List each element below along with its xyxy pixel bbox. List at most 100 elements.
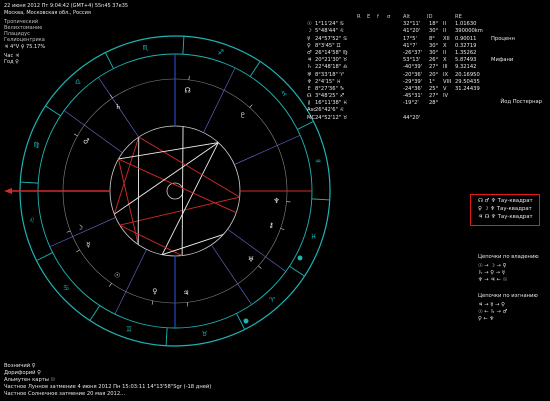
planet-house: IV — [443, 93, 449, 100]
sign-divider — [104, 52, 114, 69]
sign-divider — [236, 313, 246, 330]
table-row: ☊ 3°48'25" ♐ -45°31' 27° IV — [307, 93, 477, 100]
planet-altitude: 53°13' — [403, 57, 421, 64]
planet-altitude: -24°36' — [403, 85, 423, 92]
house-cusp — [211, 244, 252, 305]
aspect-line — [117, 158, 139, 245]
sign-divider — [165, 327, 168, 346]
planet-id: 28° — [429, 100, 439, 107]
house-cusp — [114, 249, 147, 315]
tau-label: Тау-квадрат — [496, 206, 532, 212]
planet-note: Проценн — [491, 35, 515, 42]
planet-longitude: 22°48'18" ♎ — [315, 64, 348, 71]
planet-symbol: ♅ — [307, 71, 312, 78]
aspect-line — [181, 126, 184, 256]
zodiac-sign-glyph: ♓ — [310, 233, 316, 241]
planet-symbol: ♇ — [307, 85, 312, 92]
exaltation-chain-2: ☉ ← ♄ → ♂ — [478, 309, 508, 315]
aspect-line — [118, 158, 237, 214]
planet-table: R E f σ Alt ID RE ☉ 1°11'24" ♋ 32°11' 18° II… — [307, 14, 515, 122]
planet-house: II — [443, 21, 447, 28]
sign-divider — [311, 198, 330, 201]
planet-symbol: ☽ — [307, 28, 312, 35]
planet-glyph: ♂ — [83, 137, 89, 145]
table-row: MC 24°52'12" ♉ 44°20' — [307, 115, 477, 122]
planet-re: 9.32142 — [455, 64, 477, 71]
planet-altitude: -19°2' — [403, 100, 419, 107]
planet-longitude: 16°11'38" ♓ — [315, 100, 348, 107]
planet-altitude: -20°36' — [403, 71, 423, 78]
planet-symbol: MC — [307, 114, 316, 121]
table-row: ♅ 8°33'18" ♈ -20°36' 20° IX 20.16950 — [307, 71, 480, 79]
exaltation-chain-1: ♃ → ☿ → ♀ — [478, 302, 505, 308]
planet-symbol: ♂ — [307, 49, 312, 56]
planet-altitude: 32°11' — [403, 21, 421, 28]
sign-divider — [89, 305, 101, 321]
planet-house: II — [443, 49, 447, 56]
col-re: RE — [455, 14, 462, 20]
planet-tick — [249, 104, 253, 108]
planet-tick — [109, 283, 112, 287]
col-f: f — [377, 14, 379, 20]
zodiac-sign-glyph: ♐ — [218, 48, 224, 56]
planet-id: 30° — [429, 49, 439, 56]
planet-altitude: -26°37' — [403, 49, 423, 56]
col-sigma: σ — [387, 14, 391, 20]
planet-longitude: 3°48'25" ♐ — [315, 93, 345, 100]
col-alt: Alt — [403, 14, 411, 20]
col-id: ID — [427, 14, 433, 20]
house-cusp — [49, 217, 116, 247]
planet-glyph: ♃ — [183, 289, 189, 297]
table-row: ♀ 8°3'45" ♊ 41°7' 30° X 0.32719 — [307, 43, 477, 50]
rulership-chain-2: ♄ → ♀ → ☿ — [478, 270, 505, 276]
zodiac-sign-glyph: ♍ — [33, 141, 40, 149]
footer-info: Возничий ♀ Дорифорий ♀ Альмутен карты ☉ … — [4, 363, 211, 398]
planet-altitude: 41°7' — [403, 42, 417, 49]
planet-glyph: ☊ — [184, 86, 190, 94]
planet-id: 26° — [429, 57, 439, 64]
planet-longitude: 5°48'44" ♌ — [315, 28, 345, 35]
fixed-star-marker — [297, 255, 303, 261]
table-row: ☉ 1°11'24" ♋ 32°11' 18° II 1.01630 — [307, 21, 477, 28]
planet-house: XII — [443, 35, 450, 42]
table-row: ☽ 5°48'44" ♌ 41°20' 30° II 390000km — [307, 28, 483, 35]
zodiac-sign-glyph: ♈ — [269, 296, 276, 304]
tau-row-2: ♀ ☽ ♆ Тау-квадрат — [478, 206, 532, 212]
table-row: ♆ 2°4'15" ♓ -29°39' 1° VIII 29.50435 — [307, 78, 480, 86]
yod-note: Йод Постернар — [500, 99, 542, 105]
planet-glyph: ♅ — [248, 256, 254, 264]
planet-re: 20.16950 — [455, 71, 480, 78]
rulership-chain-3: ♆ → ♃ ← ☉ — [478, 277, 508, 283]
ascendant-arrow — [4, 188, 12, 194]
planet-altitude: -40°39' — [403, 64, 423, 71]
aspect-line — [161, 142, 219, 255]
house-cusp — [227, 228, 287, 272]
planet-glyph: ⚷ — [269, 222, 274, 230]
planet-id: 1° — [429, 78, 435, 85]
planet-longitude: 8°3'45" ♊ — [315, 42, 341, 49]
house-cusp — [63, 110, 123, 154]
planet-longitude: 24°57'52" ♋ — [315, 35, 348, 42]
planet-house: V — [443, 85, 447, 92]
planet-re: 5.87493 — [455, 57, 477, 64]
tau-label: Тау-квадрат — [497, 214, 533, 220]
planet-longitude: 8°33'18" ♈ — [315, 71, 345, 78]
house-cusp — [234, 135, 301, 165]
fixed-star-marker — [243, 318, 249, 324]
planet-house: X — [443, 57, 447, 64]
table-row: ⚷ 16°11'38" ♓ -19°2' 28° — [307, 100, 477, 107]
zodiac-sign-glyph: ♉ — [201, 330, 207, 338]
wheel-group: ♈♉♊♋♌♍♎♏♐♑♒♓☉☽☿♀♂♃♄♅♆♇☊⚷ — [4, 35, 331, 347]
planet-glyph: ♄ — [115, 103, 121, 111]
aspect-line — [118, 142, 219, 160]
sign-divider — [45, 105, 61, 117]
col-e: E — [367, 14, 371, 20]
rulership-chain-1: ☉ → ☽ → ♀ — [478, 263, 507, 269]
aspect-line — [137, 137, 140, 245]
exaltation-chain-title: Цепочки по изгнанию — [478, 293, 538, 299]
planet-re: 390000km — [455, 28, 483, 35]
planet-altitude: 41°20' — [403, 28, 421, 35]
planet-longitude: 8°27'36" ♑ — [315, 85, 345, 92]
planet-tick — [280, 228, 285, 231]
planet-glyph: ♆ — [273, 197, 279, 205]
